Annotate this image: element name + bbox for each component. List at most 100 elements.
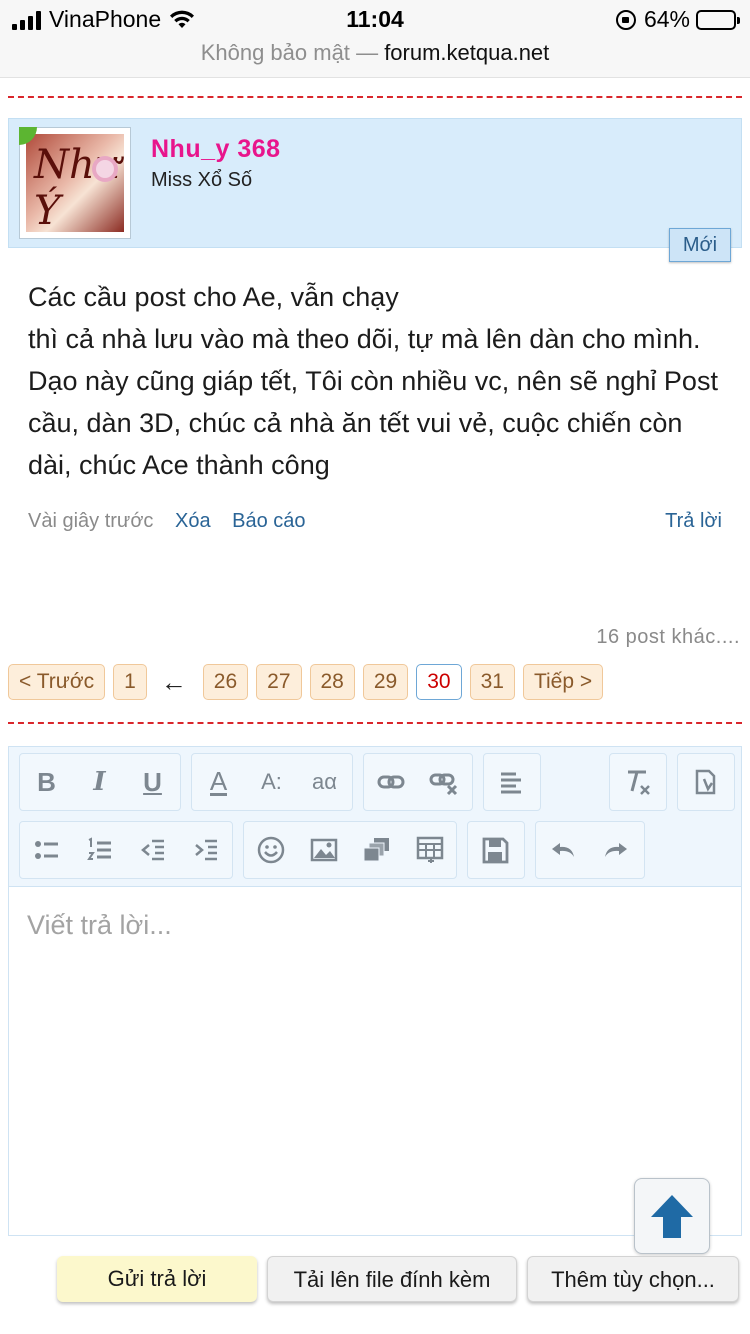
font-color-icon: A — [209, 765, 228, 796]
table-button[interactable] — [403, 822, 456, 878]
gallery-button[interactable] — [350, 822, 403, 878]
status-bar: VinaPhone 11:04 64% — [0, 0, 750, 40]
numbered-list-icon — [86, 837, 111, 860]
upload-attachment-button[interactable]: Tải lên file đính kèm — [267, 1256, 517, 1302]
page-27[interactable]: 27 — [256, 664, 302, 700]
reply-textarea[interactable]: Viết trả lời... — [9, 888, 741, 1235]
underline-icon: U — [143, 766, 162, 797]
font-size-icon: A: — [261, 769, 282, 794]
align-left-icon — [500, 772, 521, 794]
bullet-list-icon — [34, 841, 58, 859]
prev-page-button[interactable]: < Trước — [8, 664, 106, 700]
page-28[interactable]: 28 — [309, 664, 355, 700]
more-posts-label[interactable]: 16 post khác.... — [596, 626, 740, 649]
table-icon — [416, 836, 443, 863]
image-button[interactable] — [297, 822, 350, 878]
security-label: Không bảo mật — [200, 40, 350, 65]
arrow-up-icon — [651, 1195, 693, 1238]
text-case-icon: aα — [312, 769, 337, 794]
post-time: Vài giây trước — [28, 510, 154, 532]
delete-link[interactable]: Xóa — [175, 510, 211, 532]
unlink-button[interactable] — [417, 754, 470, 810]
outdent-button[interactable] — [126, 822, 179, 878]
user-title: Miss Xổ Số — [151, 169, 253, 191]
emoji-button[interactable] — [244, 822, 297, 878]
font-color-button[interactable]: A — [192, 754, 245, 810]
pagination-ellipsis-arrow: ← — [160, 666, 187, 697]
italic-button[interactable]: I — [73, 754, 126, 810]
remove-format-icon — [627, 770, 650, 795]
link-icon — [377, 775, 404, 789]
pagination: < Trước 1 ← 26 27 28 29 30 31 Tiếp > — [8, 664, 611, 700]
battery-percent: 64% — [643, 6, 690, 32]
url-bar[interactable]: Không bảo mật — forum.ketqua.net — [0, 40, 750, 78]
battery-icon — [696, 9, 740, 30]
indent-icon — [194, 839, 217, 861]
indent-button[interactable] — [179, 822, 232, 878]
avatar-script: Như Ý — [34, 142, 121, 232]
toolbar-group-align — [483, 753, 541, 811]
reply-actions: Gửi trả lời Tải lên file đính kèm Thêm t… — [0, 1256, 750, 1302]
source-button[interactable] — [678, 754, 731, 810]
page-29[interactable]: 29 — [362, 664, 409, 700]
report-link[interactable]: Báo cáo — [232, 510, 305, 532]
bullet-list-button[interactable] — [20, 822, 73, 878]
undo-icon — [551, 843, 574, 857]
link-button[interactable] — [364, 754, 417, 810]
page-26[interactable]: 26 — [202, 664, 249, 700]
toolbar-group-history — [535, 821, 645, 879]
undo-button[interactable] — [536, 822, 589, 878]
avatar[interactable]: Như Ý — [19, 127, 131, 239]
text-case-button[interactable]: aα — [298, 754, 351, 810]
editor-toolbar: B I U A A: aα — [9, 747, 741, 887]
italic-icon: I — [93, 767, 106, 797]
reply-placeholder: Viết trả lời... — [27, 910, 172, 940]
outdent-icon — [140, 839, 164, 861]
post-body: Các cầu post cho Ae, vẫn chạy thì cả nhà… — [28, 276, 728, 486]
page-30-current[interactable]: 30 — [416, 664, 462, 700]
flower-icon — [96, 160, 114, 178]
smiley-icon — [257, 836, 284, 864]
remove-format-button[interactable] — [610, 754, 663, 810]
post-body-line-1: Các cầu post cho Ae, vẫn chạy — [28, 282, 399, 312]
page-31[interactable]: 31 — [469, 664, 515, 700]
status-bar-right: 64% — [615, 6, 740, 33]
source-code-icon — [695, 769, 715, 795]
divider-top — [8, 96, 742, 98]
post-body-text: thì cả nhà lưu vào mà theo dõi, tự mà lê… — [28, 324, 718, 480]
next-page-button[interactable]: Tiếp > — [522, 664, 604, 700]
save-icon — [482, 837, 508, 864]
gallery-icon — [363, 838, 389, 862]
toolbar-group-font: A A: aα — [191, 753, 353, 811]
rotation-lock-icon — [615, 9, 636, 30]
toolbar-group-lists — [19, 821, 233, 879]
post-header: Như Ý Nhu_y 368 Miss Xổ Số Mới — [8, 118, 742, 262]
align-button[interactable] — [484, 754, 537, 810]
scroll-to-top-button[interactable] — [634, 1178, 710, 1254]
bold-icon: B — [37, 766, 56, 797]
underline-button[interactable]: U — [126, 754, 179, 810]
page-first[interactable]: 1 — [113, 664, 147, 700]
redo-icon — [604, 843, 627, 857]
url-separator: — — [356, 40, 379, 65]
post-username[interactable]: Nhu_y 368 — [151, 135, 281, 164]
unlink-icon — [429, 773, 457, 796]
toolbar-group-link — [363, 753, 473, 811]
toolbar-group-save — [467, 821, 525, 879]
image-icon — [310, 838, 337, 862]
send-reply-button[interactable]: Gửi trả lời — [57, 1256, 257, 1302]
toolbar-group-clear — [609, 753, 667, 811]
bold-button[interactable]: B — [20, 754, 73, 810]
font-size-button[interactable]: A: — [245, 754, 298, 810]
divider-bottom — [8, 722, 742, 724]
toolbar-group-source — [677, 753, 735, 811]
reply-editor: B I U A A: aα Viết trả lời... — [8, 746, 742, 1236]
toolbar-group-insert — [243, 821, 457, 879]
reply-link[interactable]: Trả lời — [665, 510, 722, 533]
save-draft-button[interactable] — [468, 822, 521, 878]
more-options-button[interactable]: Thêm tùy chọn... — [527, 1256, 739, 1302]
post-meta: Vài giây trước Xóa Báo cáo Trả lời — [28, 510, 722, 533]
avatar-image: Như Ý — [26, 134, 124, 232]
redo-button[interactable] — [589, 822, 642, 878]
numbered-list-button[interactable] — [73, 822, 126, 878]
